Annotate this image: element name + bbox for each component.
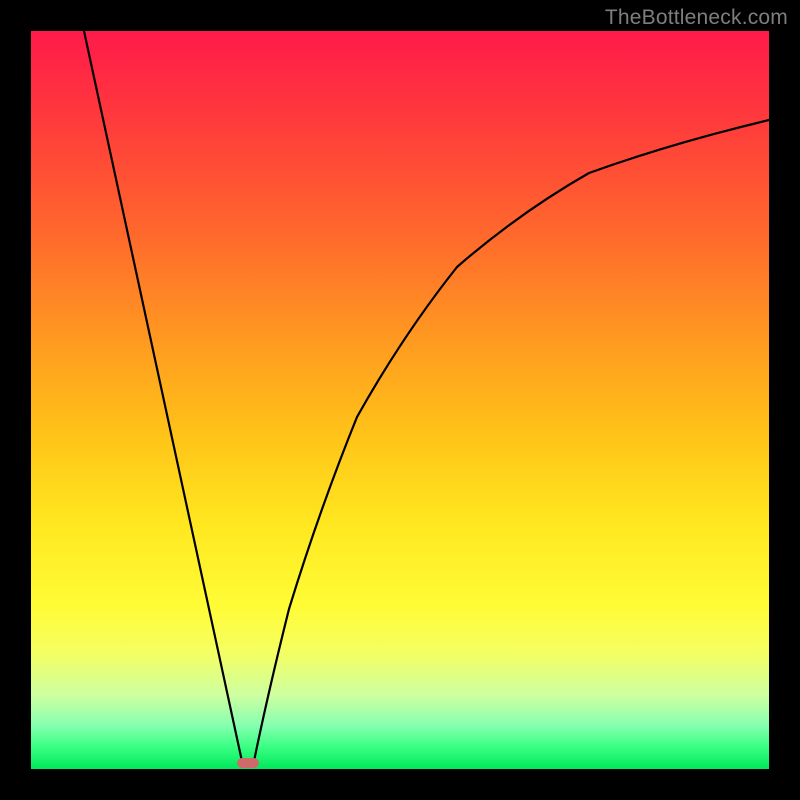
watermark-text: TheBottleneck.com (605, 6, 788, 30)
bottleneck-curve (31, 31, 769, 769)
minimum-marker (237, 758, 259, 768)
curve-left-branch (84, 31, 243, 766)
curve-right-branch (253, 120, 769, 766)
chart-plot-area (31, 31, 769, 769)
